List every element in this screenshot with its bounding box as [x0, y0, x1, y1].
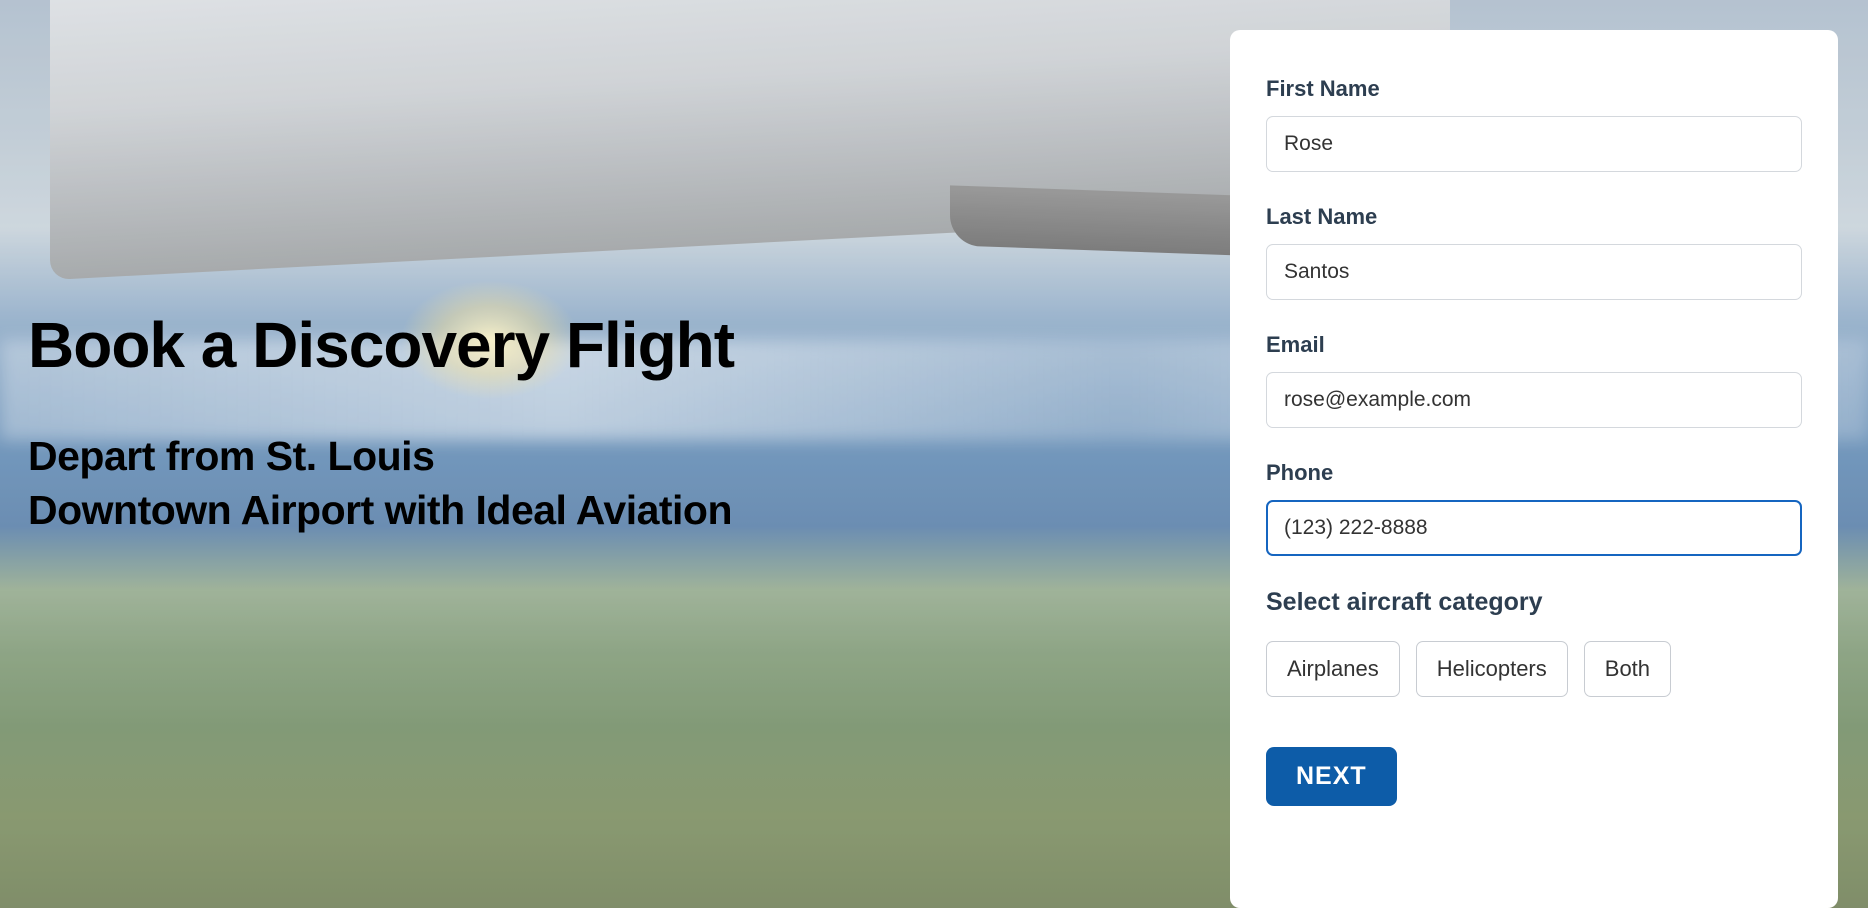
first-name-group: First Name [1266, 76, 1802, 172]
first-name-label: First Name [1266, 76, 1802, 102]
aircraft-category-group: Select aircraft category Airplanes Helic… [1266, 588, 1802, 697]
category-airplanes-button[interactable]: Airplanes [1266, 641, 1400, 697]
last-name-label: Last Name [1266, 204, 1802, 230]
page-title: Book a Discovery Flight [28, 310, 734, 380]
last-name-group: Last Name [1266, 204, 1802, 300]
category-both-button[interactable]: Both [1584, 641, 1671, 697]
aircraft-category-buttons: Airplanes Helicopters Both [1266, 641, 1802, 697]
first-name-input[interactable] [1266, 116, 1802, 172]
email-input[interactable] [1266, 372, 1802, 428]
next-button[interactable]: NEXT [1266, 747, 1397, 806]
aircraft-category-label: Select aircraft category [1266, 588, 1802, 617]
subtitle-line-1: Depart from St. Louis [28, 430, 734, 483]
subtitle-line-2: Downtown Airport with Ideal Aviation [28, 484, 734, 537]
phone-group: Phone [1266, 460, 1802, 556]
last-name-input[interactable] [1266, 244, 1802, 300]
page-subtitle: Depart from St. Louis Downtown Airport w… [28, 430, 734, 537]
email-group: Email [1266, 332, 1802, 428]
phone-label: Phone [1266, 460, 1802, 486]
phone-input[interactable] [1266, 500, 1802, 556]
booking-form-panel: First Name Last Name Email Phone Select … [1230, 30, 1838, 908]
category-helicopters-button[interactable]: Helicopters [1416, 641, 1568, 697]
email-label: Email [1266, 332, 1802, 358]
hero-text-block: Book a Discovery Flight Depart from St. … [28, 310, 734, 537]
